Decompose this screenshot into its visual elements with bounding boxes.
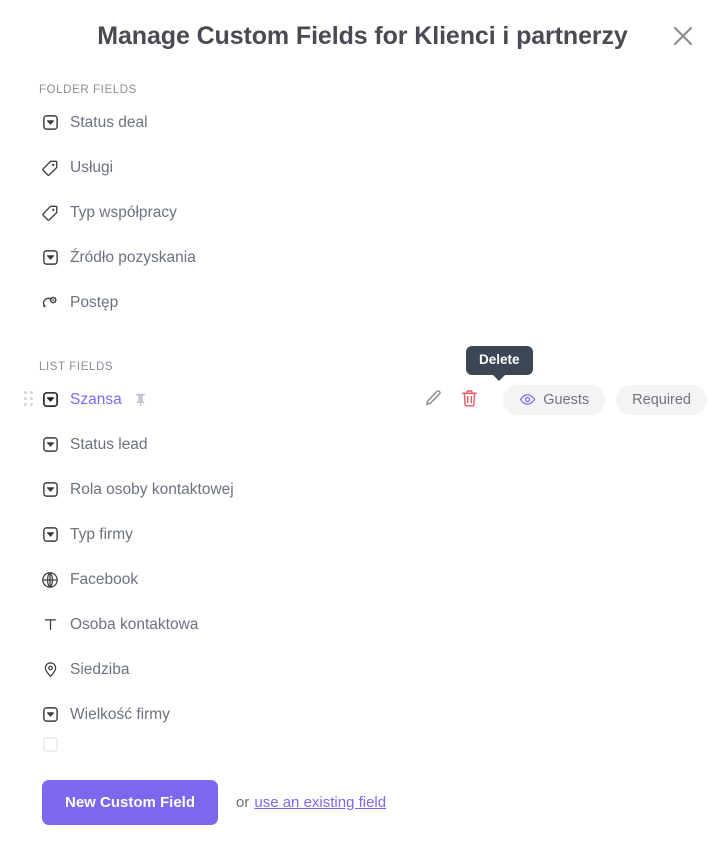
field-row-typ-wspolpracy[interactable]: Typ współpracy (0, 190, 725, 235)
new-custom-field-button[interactable]: New Custom Field (42, 779, 219, 825)
row-actions[interactable]: Guests Required (418, 384, 707, 415)
field-label: Status lead (70, 435, 148, 453)
tooltip-label: Delete (479, 352, 520, 367)
field-row-partial-cutoff[interactable] (0, 737, 725, 758)
required-toggle-button[interactable]: Required (616, 384, 707, 415)
page-title: Manage Custom Fields for Klienci i partn… (97, 21, 628, 50)
field-label: Osoba kontaktowa (70, 615, 199, 633)
field-label: Usługi (70, 158, 114, 176)
field-row-szansa[interactable]: Szansa Guests Required (0, 377, 725, 422)
field-label: Status deal (70, 113, 148, 131)
guests-label: Guests (543, 391, 590, 408)
close-button[interactable] (666, 19, 700, 53)
field-row-uslugi[interactable]: Usługi (0, 145, 725, 190)
section-heading-list-fields: LIST FIELDS (39, 361, 114, 373)
field-label: Facebook (70, 570, 139, 588)
progress-icon (39, 292, 61, 314)
field-label: Typ współpracy (70, 203, 177, 221)
field-row-rola-osoby-kontaktowej[interactable]: Rola osoby kontaktowej (0, 467, 725, 512)
field-row-postep[interactable]: Postęp (0, 280, 725, 325)
location-pin-icon (39, 659, 61, 681)
dropdown-icon (39, 389, 61, 411)
modal-header: Manage Custom Fields for Klienci i partn… (0, 0, 725, 72)
use-existing-field-link[interactable]: use an existing field (254, 794, 386, 811)
field-row-wielkosc-firmy[interactable]: Wielkość firmy (0, 692, 725, 737)
pencil-icon (424, 389, 443, 411)
dropdown-icon (39, 524, 61, 546)
guests-toggle-button[interactable]: Guests (503, 384, 606, 415)
dropdown-icon (39, 434, 61, 456)
dropdown-icon (39, 704, 61, 726)
globe-icon (39, 569, 61, 591)
dropdown-icon (39, 247, 61, 269)
field-label (70, 737, 74, 751)
drag-handle-icon[interactable] (24, 390, 34, 409)
field-label: Siedziba (70, 660, 130, 678)
field-row-facebook[interactable]: Facebook (0, 557, 725, 602)
text-icon (39, 614, 61, 636)
delete-field-button[interactable] (454, 385, 484, 415)
eye-icon (519, 391, 536, 408)
field-row-osoba-kontaktowa[interactable]: Osoba kontaktowa (0, 602, 725, 647)
close-icon (670, 23, 696, 49)
trash-icon (460, 389, 479, 411)
field-label: Typ firmy (70, 525, 133, 543)
section-heading-folder-fields: FOLDER FIELDS (39, 84, 137, 96)
field-row-siedziba[interactable]: Siedziba (0, 647, 725, 692)
modal-footer: New Custom Field or use an existing fiel… (0, 758, 725, 846)
or-separator-label: or (236, 793, 250, 811)
field-label: Rola osoby kontaktowej (70, 480, 234, 498)
field-label: Wielkość firmy (70, 705, 170, 723)
field-label: Postęp (70, 293, 119, 311)
dropdown-icon (39, 112, 61, 134)
field-row-status-lead[interactable]: Status lead (0, 422, 725, 467)
fields-scroll-area[interactable]: FOLDER FIELDS Status deal Usługi Typ wsp… (0, 72, 725, 758)
field-label: Źródło pozyskania (70, 248, 196, 266)
tag-icon (39, 157, 61, 179)
field-label: Szansa (70, 390, 122, 408)
required-label: Required (632, 391, 691, 408)
edit-field-button[interactable] (418, 385, 448, 415)
dropdown-icon (39, 479, 61, 501)
field-row-status-deal[interactable]: Status deal (0, 100, 725, 145)
pin-icon[interactable] (134, 393, 147, 407)
tag-icon (39, 202, 61, 224)
field-row-typ-firmy[interactable]: Typ firmy (0, 512, 725, 557)
delete-tooltip: Delete (466, 346, 533, 376)
dropdown-icon (39, 737, 61, 755)
field-row-zrodlo-pozyskania[interactable]: Źródło pozyskania (0, 235, 725, 280)
